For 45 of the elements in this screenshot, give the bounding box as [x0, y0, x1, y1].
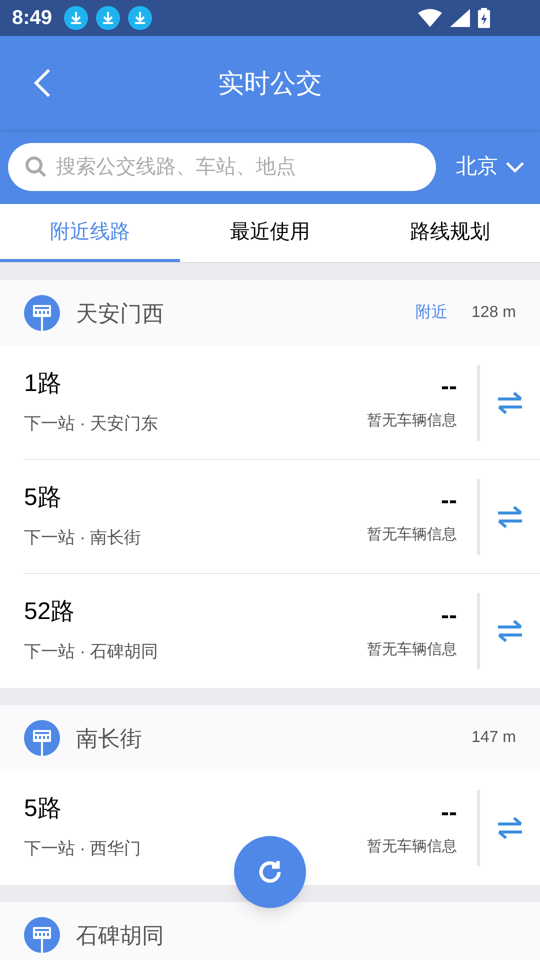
route-name: 52路	[24, 597, 76, 628]
station-name: 天安门西	[76, 300, 165, 328]
search-field[interactable]: 搜索公交线路、车站、地点	[8, 143, 436, 191]
station-distance: 128 m	[472, 303, 516, 323]
route-name: 5路	[24, 482, 62, 513]
city-selector[interactable]: 北京	[456, 151, 524, 183]
back-icon	[33, 68, 51, 98]
tab[interactable]: 最近使用	[180, 204, 360, 262]
station-name: 石碑胡同	[76, 922, 165, 950]
chevron-down-icon	[506, 162, 524, 172]
vehicle-info: 暂无车辆信息	[367, 411, 457, 432]
tab[interactable]: 附近线路	[0, 204, 180, 262]
page-title: 实时公交	[218, 66, 322, 100]
arrival-time: --	[441, 486, 457, 516]
search-icon	[24, 155, 48, 179]
signal-icon	[450, 9, 470, 27]
vehicle-info: 暂无车辆信息	[367, 836, 457, 857]
swap-arrows-icon	[497, 506, 523, 528]
next-stop: 下一站 · 石碑胡同	[24, 641, 160, 664]
download-icon	[128, 6, 152, 30]
bus-stop-icon	[24, 295, 60, 331]
station-distance: 147 m	[472, 728, 516, 748]
swap-arrows-icon	[497, 620, 523, 642]
download-icon	[96, 6, 120, 30]
download-icon	[64, 6, 88, 30]
next-stop: 下一站 · 南长街	[24, 526, 142, 549]
bus-stop-icon	[24, 917, 60, 953]
next-stop: 下一站 · 西华门	[24, 838, 142, 860]
arrival-time: --	[441, 798, 457, 828]
tab[interactable]: 路线规划	[360, 204, 540, 262]
arrival-time: --	[441, 372, 457, 402]
vehicle-info: 暂无车辆信息	[367, 525, 457, 546]
route-name: 1路	[24, 368, 62, 399]
clock: 8:49	[12, 6, 52, 31]
wifi-icon	[418, 9, 442, 27]
vehicle-info: 暂无车辆信息	[367, 640, 457, 660]
battery-icon	[478, 8, 490, 28]
swap-arrows-icon	[497, 817, 523, 839]
swap-arrows-icon	[497, 392, 523, 414]
nearby-label: 附近	[416, 302, 448, 323]
next-stop: 下一站 · 天安门东	[24, 412, 160, 435]
bus-stop-icon	[24, 720, 60, 756]
station-name: 南长街	[76, 724, 143, 752]
arrival-time: --	[441, 600, 457, 631]
route-name: 5路	[24, 794, 62, 824]
